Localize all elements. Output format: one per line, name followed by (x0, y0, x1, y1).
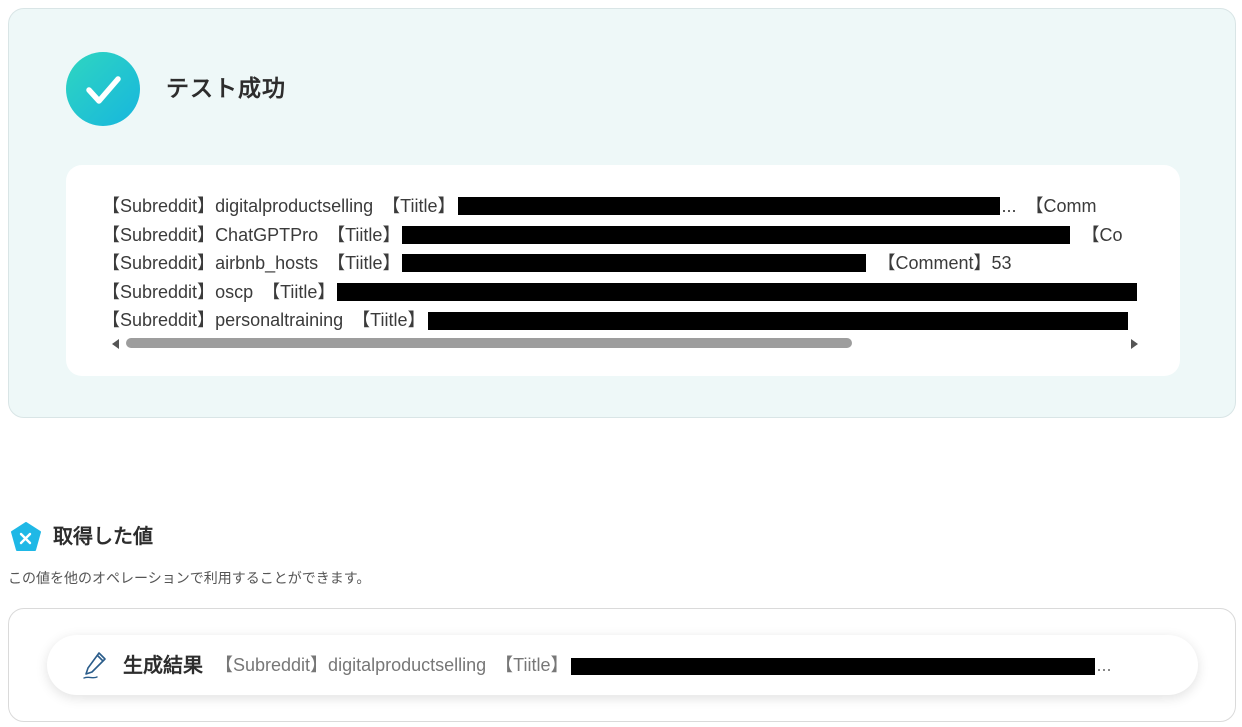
scrollbar-thumb[interactable] (126, 338, 852, 348)
obtained-values-description: この値を他のオペレーションで利用することができます。 (8, 571, 371, 587)
subreddit-name: airbnb_hosts (215, 253, 319, 274)
redacted-title (570, 657, 1095, 675)
result-line: 【Subreddit】oscp 【Tiitle】 (102, 277, 1144, 306)
subreddit-name: ChatGPTPro (215, 224, 319, 245)
scroll-left-arrow-icon[interactable] (112, 339, 119, 349)
subreddit-name: oscp (215, 281, 254, 302)
title-tag: 【Tiitle】 (336, 224, 401, 245)
title-suffix: ... (1001, 195, 1017, 216)
result-line: 【Subreddit】airbnb_hosts 【Tiitle】 【Commen… (102, 248, 1144, 277)
subreddit-tag: 【Subreddit】 (102, 310, 216, 331)
result-line: 【Subreddit】digitalproductselling 【Tiitle… (102, 191, 1144, 220)
generated-result-text: 【Subreddit】digitalproductselling 【Tiitle… (215, 655, 569, 675)
generated-result-ellipsis: ... (1096, 655, 1112, 675)
redacted-title (337, 283, 1138, 302)
title-tag: 【Tiitle】 (361, 310, 426, 331)
title-tag: 【Tiitle】 (391, 195, 456, 216)
result-line: 【Subreddit】ChatGPTPro 【Tiitle】 【Co (102, 220, 1144, 249)
redacted-title (457, 197, 1000, 216)
result-line: 【Subreddit】personaltraining 【Tiitle】 (102, 305, 1144, 333)
subreddit-name: digitalproductselling (215, 195, 374, 216)
x-pentagon-icon (10, 522, 42, 552)
success-title: テスト成功 (166, 76, 286, 102)
subreddit-tag: 【Subreddit】 (102, 281, 216, 302)
title-tag: 【Tiitle】 (336, 253, 401, 274)
generated-result-value: 【Subreddit】digitalproductselling 【Tiitle… (215, 649, 1112, 681)
scroll-right-arrow-icon[interactable] (1131, 339, 1138, 349)
obtained-values-panel: 生成結果 【Subreddit】digitalproductselling 【T… (8, 608, 1236, 722)
subreddit-tag: 【Subreddit】 (102, 253, 216, 274)
test-result-panel: テスト成功 【Subreddit】digitalproductselling 【… (8, 8, 1236, 418)
generated-result-label: 生成結果 (123, 653, 203, 677)
check-circle-icon (66, 52, 140, 126)
title-tag: 【Tiitle】 (271, 281, 336, 302)
redacted-title (427, 311, 1128, 330)
result-output-card: 【Subreddit】digitalproductselling 【Tiitle… (66, 165, 1180, 376)
comment-tag: 【Comment】 (886, 253, 992, 274)
comment-tag: 【Comm (1034, 195, 1097, 216)
subreddit-tag: 【Subreddit】 (102, 195, 216, 216)
comment-count: 53 (991, 253, 1012, 274)
redacted-title (402, 225, 1071, 244)
generated-result-chip[interactable]: 生成結果 【Subreddit】digitalproductselling 【T… (47, 635, 1198, 695)
comment-tag: 【Co (1090, 224, 1123, 245)
result-output-scroll-area[interactable]: 【Subreddit】digitalproductselling 【Tiitle… (102, 191, 1144, 333)
subreddit-name: personaltraining (215, 310, 344, 331)
horizontal-scrollbar[interactable] (106, 337, 1142, 351)
subreddit-tag: 【Subreddit】 (102, 224, 216, 245)
redacted-title (402, 254, 867, 273)
pen-icon (81, 650, 111, 684)
obtained-values-heading: 取得した値 (53, 524, 153, 548)
